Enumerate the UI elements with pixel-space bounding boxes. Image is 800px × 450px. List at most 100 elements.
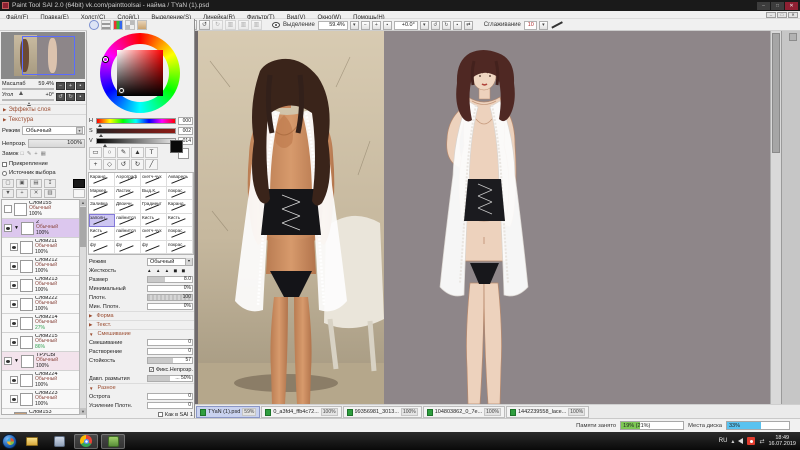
brush-cell[interactable]: фу [141,241,167,255]
layer-row[interactable]: Слой214Обычный27% [2,314,79,333]
layer-visibility-toggle[interactable] [10,395,18,403]
setting-dropdown[interactable]: Обычный▼ [147,258,193,266]
eyedropper-tool[interactable]: ╱ [145,159,158,170]
saturation-slider[interactable] [96,128,176,134]
angle-dropdown-button[interactable]: ▾ [420,21,429,30]
document-tab[interactable]: 99356981_3013...100% [343,406,422,418]
setting-input[interactable]: 0 [147,402,193,409]
primary-color-swatch[interactable] [170,140,183,153]
nav-angle-reset-button[interactable]: ▪ [76,93,85,101]
setting-input[interactable]: 0 [147,393,193,400]
color-wheel[interactable] [100,33,180,113]
navigator-viewport-rect[interactable] [22,36,75,75]
taskbar-app-button[interactable] [47,434,71,449]
select-none-button[interactable]: ▥ [225,20,236,30]
brush-cell[interactable]: скетч-чук [141,173,167,187]
layer-row[interactable]: Слой223Обычный100% [2,390,79,409]
layers-scrollbar[interactable]: ▲ ▼ [79,199,86,415]
document-tab[interactable]: 0_a3fd4_ffb4c72...100% [261,406,341,418]
layer-row[interactable]: Слой215Обычный86% [2,333,79,352]
angle-value[interactable]: +0.0° [394,21,418,30]
brush-cell[interactable]: Двоичн. [115,200,141,214]
layer-row[interactable]: Слой211Обычный100% [2,238,79,257]
layer-row[interactable]: Слой224Обычный100% [2,371,79,390]
lock-paint-icon[interactable]: ✎ [27,151,32,157]
color-wheel-tab[interactable] [89,20,99,30]
sv-cursor[interactable] [119,88,124,93]
pin-row[interactable]: Прикрепление [2,161,85,167]
clipping-group-button[interactable]: ↧ [44,179,56,188]
nav-zoom-reset-button[interactable]: ▪ [76,82,85,90]
tray-expand-icon[interactable]: ▴ [731,438,734,445]
canvas-area[interactable] [195,31,781,404]
brush-cell[interactable]: лайнится [115,214,141,228]
close-button[interactable]: ✕ [785,2,798,10]
layer-visibility-toggle[interactable] [10,376,18,384]
hardness-presets[interactable]: ▲ ▲ ▲ ◼ ◼ [147,268,193,274]
layer-opacity-slider[interactable]: 100% [28,139,85,148]
layer-visibility-toggle[interactable] [10,262,18,270]
layer-visibility-toggle[interactable] [4,414,12,415]
lock-all-icon[interactable]: ▦ [41,151,46,157]
flip-horizontal-button[interactable]: ⇄ [464,21,473,30]
taskbar-chrome-button[interactable] [74,434,98,449]
layer-effects-section[interactable]: ▶Эффекты слоя [0,104,86,114]
doc-minimize-button[interactable]: – [766,12,776,18]
layer-visibility-toggle[interactable] [4,357,12,365]
angle-slider[interactable] [2,99,54,101]
color-mixer-tab[interactable] [137,20,147,30]
select-all-button[interactable]: ▥ [251,20,262,30]
setting-input[interactable]: 0 [147,348,193,355]
rgb-sliders-tab[interactable] [113,20,123,30]
layer-row[interactable]: Слой155Обычный100% [2,200,79,219]
sync-icon[interactable]: ⇄ [759,438,764,445]
rotate-cw-button[interactable]: ↻ [442,21,451,30]
brush-cell[interactable]: покрас [167,187,193,201]
setting-input[interactable]: 0 [147,339,193,346]
folder-expand-icon[interactable]: ▼ [14,358,19,364]
hue-slider[interactable] [96,118,176,124]
layer-visibility-toggle[interactable] [10,319,18,327]
settings-section-header[interactable]: ▶Текст. [88,320,194,329]
layer-row[interactable]: ▼ТРУСЫОбычный100% [2,352,79,371]
canvas-vertical-scrollbar[interactable] [770,31,781,404]
brush-cell[interactable]: Маркер [89,187,115,201]
brush-cell[interactable]: покрас [167,241,193,255]
selection-source-radio[interactable] [2,171,7,176]
layer-row[interactable]: Слой222Обычный100% [2,295,79,314]
taskbar-explorer-button[interactable] [20,434,44,449]
brush-cell[interactable]: заполн. [89,214,115,228]
scale-slider[interactable] [2,88,54,90]
brush-cell[interactable]: скетч-чук [141,227,167,241]
hue-value[interactable]: 000 [178,117,193,125]
new-layer-button[interactable]: ▢ [2,179,14,188]
brush-cell[interactable]: Аэрограф [115,173,141,187]
setting-input[interactable]: 0% [147,285,193,292]
scrollbar-thumb[interactable] [772,33,780,153]
value-slider[interactable] [96,138,176,144]
layer-visibility-toggle[interactable] [10,338,18,346]
doc-close-button[interactable]: ✕ [788,12,798,18]
smoothing-value[interactable]: 10 [524,21,537,30]
text-tool[interactable]: T [145,147,158,158]
brush-cell[interactable]: Кисть [89,227,115,241]
zoom-in-button[interactable]: + [372,21,381,30]
nav-zoom-out-button[interactable]: − [56,82,65,90]
rect-select-tool[interactable]: ▭ [89,147,102,158]
painting-canvas[interactable] [384,31,770,404]
layer-options-button[interactable] [73,189,85,198]
brush-cell[interactable]: Кисть [141,214,167,228]
clear-layer-button[interactable]: ✕ [30,189,42,198]
merge-down-button[interactable]: + [16,189,28,198]
layer-visibility-toggle[interactable] [4,224,12,232]
layer-mode-dropdown[interactable]: Обычный▼ [22,126,85,135]
maximize-button[interactable]: □ [771,2,784,10]
pan-tool[interactable]: + [89,159,102,170]
hue-cursor[interactable] [103,57,108,62]
settings-section-header[interactable]: ▶Форма [88,311,194,320]
tray-app-icon[interactable] [747,437,755,445]
setting-checkbox[interactable]: ✓ [149,367,154,372]
magic-wand-tool[interactable]: ✎ [117,147,130,158]
angle-reset-button[interactable]: ▪ [453,21,462,30]
brush-cell[interactable]: Ластик [115,187,141,201]
